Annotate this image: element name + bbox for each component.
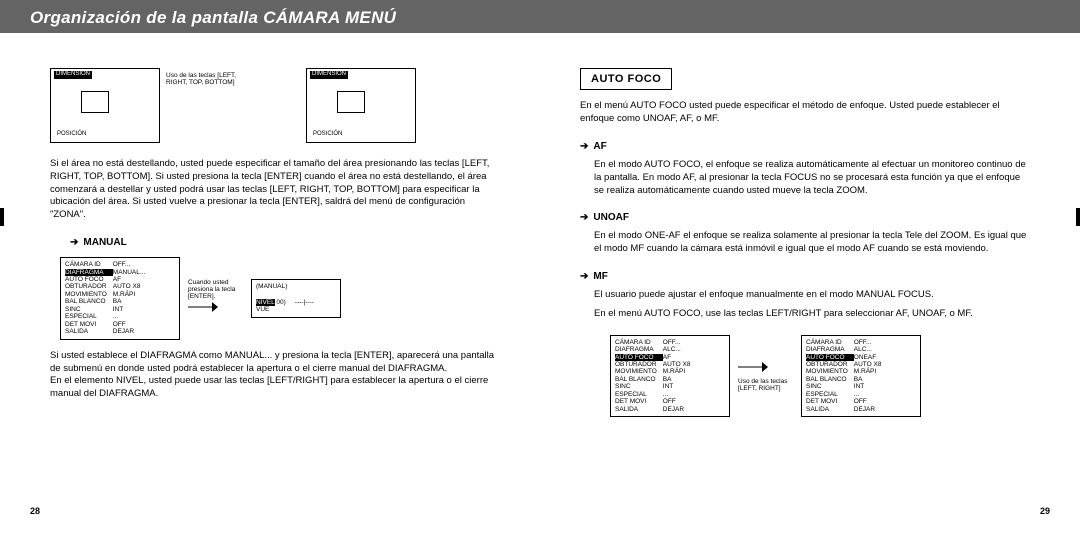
nivel-slider: ----|----	[295, 299, 314, 306]
position-label: POSICIÓN	[313, 131, 342, 139]
dimension-row: DIMENSION POSICIÓN Uso de las teclas [LE…	[50, 68, 500, 143]
manual-heading: MANUAL	[70, 236, 500, 249]
zone-paragraph: Si el área no está destellando, usted pu…	[50, 158, 500, 222]
dimension-note: Uso de las teclas [LEFT, RIGHT, TOP, BOT…	[166, 72, 246, 86]
leftright-note: Uso de las teclas [LEFT, RIGHT]	[738, 378, 793, 392]
auto-foco-section: AUTO FOCO	[580, 68, 672, 90]
af-heading: AF	[580, 140, 1030, 153]
dimension-screen-pos: DIMENSION POSICIÓN	[306, 68, 416, 143]
manual-submenu-screen: (MANUAL) NIVEL 00) ----|---- VUE	[251, 279, 341, 317]
manual-menu-row: CÁMARA IDOFF... DIAFRAGMAMANUAL... AUTO …	[60, 257, 500, 340]
manual-title: (MANUAL)	[256, 283, 336, 290]
unoaf-heading: UNOAF	[580, 211, 1030, 224]
dimension-screen-size: DIMENSION POSICIÓN	[50, 68, 160, 143]
vue-label: VUE	[256, 306, 336, 313]
dimension-box-icon	[81, 91, 109, 113]
mf-text-2: En el menú AUTO FOCO, use las teclas LEF…	[594, 308, 1030, 321]
manual-paragraph: Si usted establece el DIAFRAGMA como MAN…	[50, 350, 500, 401]
arrow-right-icon	[188, 300, 218, 318]
unoaf-text: En el modo ONE-AF el enfoque se realiza …	[594, 230, 1030, 256]
dimension-box-icon	[337, 91, 365, 113]
lang-tab-es: Es	[0, 208, 4, 226]
header-title: Organización de la pantalla CÁMARA MENÚ	[30, 8, 396, 27]
nivel-label: NIVEL	[256, 299, 275, 306]
camera-menu-screen-oneaf: CÁMARA IDOFF... DIAFRAGMAALC... AUTO FOC…	[801, 335, 921, 418]
page-number-28: 28	[30, 506, 40, 518]
page-29: Es AUTO FOCO En el menú AUTO FOCO usted …	[540, 38, 1080, 523]
page-number-29: 29	[1040, 506, 1050, 518]
page-28: Es DIMENSION POSICIÓN Uso de las teclas …	[0, 38, 540, 523]
page-spread: Es DIMENSION POSICIÓN Uso de las teclas …	[0, 38, 1080, 523]
mf-text-1: El usuario puede ajustar el enfoque manu…	[594, 289, 1030, 302]
page-header: Organización de la pantalla CÁMARA MENÚ	[0, 0, 1080, 33]
arrow-right-icon	[738, 360, 768, 378]
enter-note: Cuando usted presiona la tecla [ENTER].	[188, 279, 243, 300]
mf-heading: MF	[580, 270, 1030, 283]
dimension-label: DIMENSION	[54, 71, 92, 79]
auto-foco-menu-row: CÁMARA IDOFF... DIAFRAGMAALC... AUTO FOC…	[610, 335, 1030, 418]
lang-tab-es: Es	[1076, 208, 1080, 226]
af-text: En el modo AUTO FOCO, el enfoque se real…	[594, 159, 1030, 197]
camera-menu-screen-af: CÁMARA IDOFF... DIAFRAGMAALC... AUTO FOC…	[610, 335, 730, 418]
auto-foco-intro: En el menú AUTO FOCO usted puede especif…	[580, 100, 1030, 126]
position-label: POSICIÓN	[57, 131, 86, 139]
nivel-value: 00)	[276, 299, 285, 306]
dimension-label: DIMENSION	[310, 71, 348, 79]
camera-menu-screen-diaphragm: CÁMARA IDOFF... DIAFRAGMAMANUAL... AUTO …	[60, 257, 180, 340]
